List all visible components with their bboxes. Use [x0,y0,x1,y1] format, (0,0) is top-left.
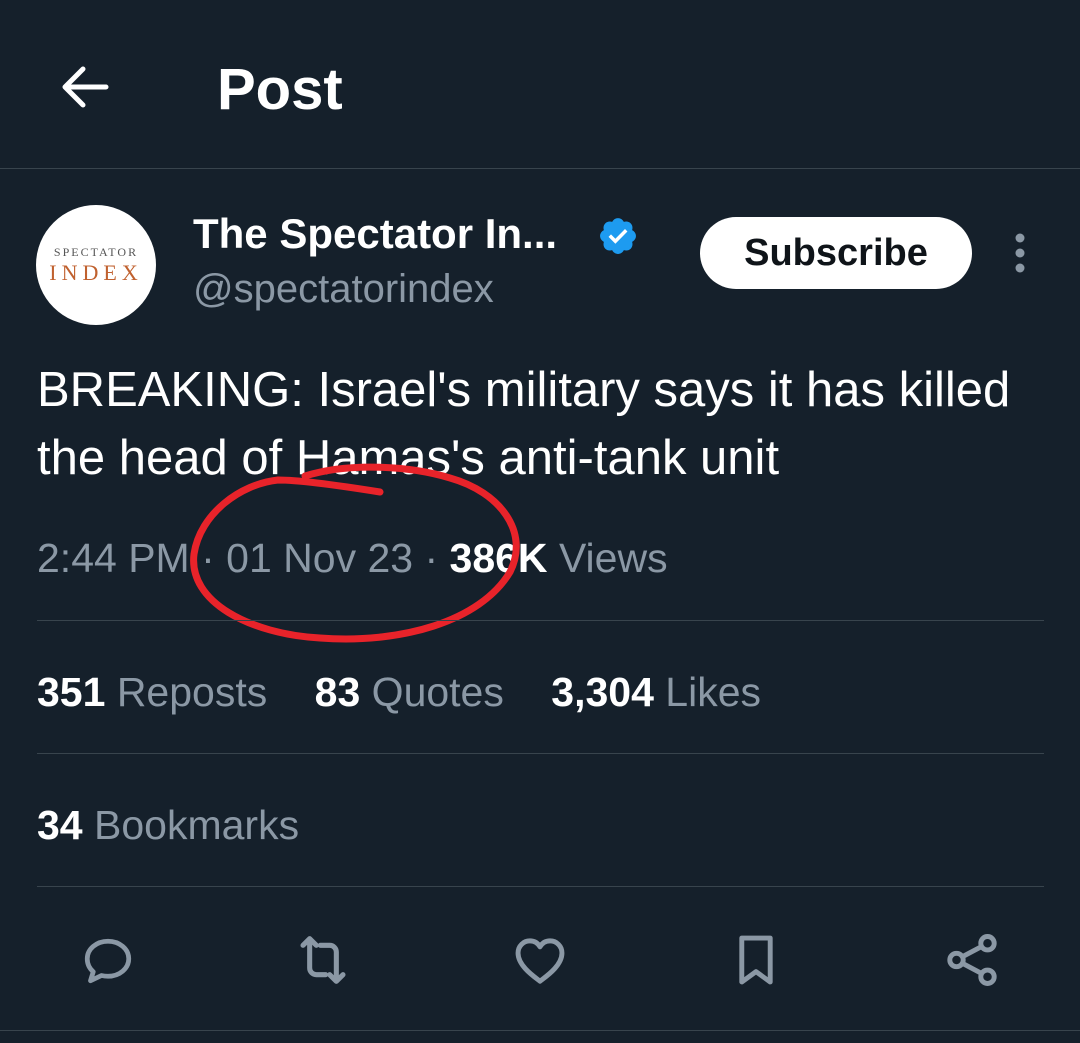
divider [37,886,1044,887]
likes-count: 3,304 [551,669,654,715]
like-icon [515,938,565,984]
reposts-label: Reposts [116,669,268,715]
reposts-stat[interactable]: 351 Reposts [37,669,267,715]
top-bar: Post [0,0,1080,169]
divider [37,753,1044,754]
bottom-divider [0,1030,1080,1031]
post-time[interactable]: 2:44 PM [37,535,190,581]
share-icon [947,934,997,986]
like-button[interactable] [508,928,572,992]
reply-button[interactable] [76,928,140,992]
separator-dot: · [424,535,450,581]
share-button[interactable] [940,928,1004,992]
views-count[interactable]: 386K [450,535,548,581]
avatar[interactable]: SPECTATOR INDEX [36,205,156,325]
separator-dot: · [201,535,227,581]
likes-stat[interactable]: 3,304 Likes [551,669,761,715]
author-handle[interactable]: @spectatorindex [193,264,494,314]
reply-icon [84,938,132,984]
quotes-count: 83 [314,669,361,715]
bookmarks-stat[interactable]: 34 Bookmarks [37,795,299,855]
more-vertical-icon [1015,233,1025,273]
post-date[interactable]: 01 Nov 23 [226,535,413,581]
repost-button[interactable] [291,928,355,992]
verified-badge-icon [600,218,636,254]
arrow-left-icon [62,66,109,108]
page-title: Post [217,57,343,122]
post-text: BREAKING: Israel's military says it has … [37,363,1011,485]
views-label: Views [558,535,668,581]
divider [37,620,1044,621]
bookmarks-label: Bookmarks [94,802,300,848]
more-options-button[interactable] [1000,228,1040,278]
reposts-count: 351 [37,669,106,715]
author-name[interactable]: The Spectator In... [193,208,557,260]
quotes-label: Quotes [371,669,504,715]
bookmark-button[interactable] [724,928,788,992]
bookmark-icon [739,935,773,985]
likes-label: Likes [665,669,762,715]
post-meta: 2:44 PM · 01 Nov 23 · 386K Views [37,528,668,588]
subscribe-button[interactable]: Subscribe [700,217,972,289]
avatar-logo-bottom: INDEX [49,260,143,285]
quotes-stat[interactable]: 83 Quotes [315,669,504,715]
repost-icon [300,936,346,984]
avatar-logo-top: SPECTATOR [53,245,139,259]
bookmarks-count: 34 [37,802,83,848]
post-stats: 351 Reposts 83 Quotes 3,304 Likes [37,662,797,722]
back-button[interactable] [50,52,120,122]
